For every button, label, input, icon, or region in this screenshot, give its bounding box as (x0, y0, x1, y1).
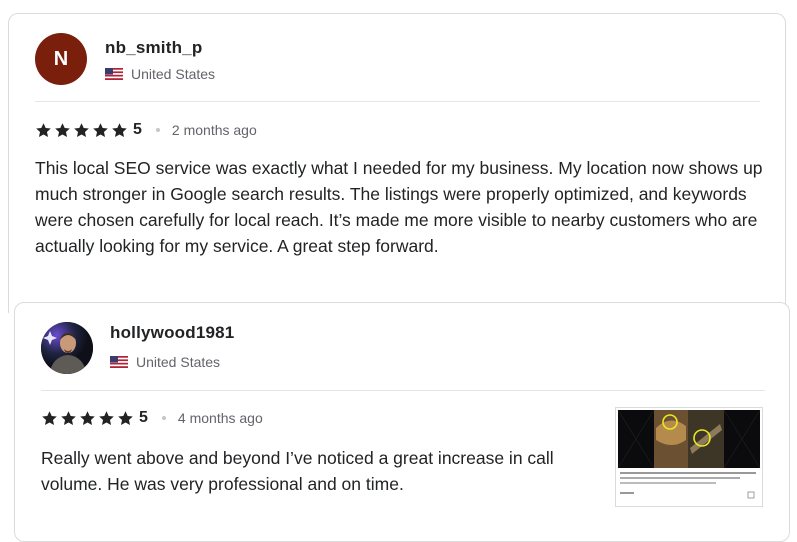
divider (35, 101, 760, 102)
user-photo-icon (41, 322, 93, 374)
review-card: hollywood1981 United States 5 4 months a… (14, 302, 790, 542)
us-flag-icon (110, 356, 128, 368)
rating-value: 5 (139, 409, 148, 426)
rating-row: 5 4 months ago (41, 409, 263, 427)
reviewer-username[interactable]: nb_smith_p (105, 38, 202, 58)
reviewer-username[interactable]: hollywood1981 (110, 323, 234, 343)
country-label: United States (136, 354, 221, 370)
star-icon (61, 410, 76, 425)
star-rating (41, 410, 134, 427)
separator-dot (161, 416, 166, 420)
star-icon (74, 122, 89, 137)
avatar[interactable] (41, 322, 93, 374)
star-icon (118, 410, 133, 425)
star-icon (36, 122, 51, 137)
separator-dot (155, 128, 160, 132)
avatar[interactable]: N (35, 33, 87, 85)
star-icon (80, 410, 95, 425)
us-flag-icon (105, 68, 123, 80)
review-text: Really went above and beyond I’ve notice… (41, 448, 554, 494)
review-attachment-thumbnail[interactable] (615, 407, 763, 507)
review-text: This local SEO service was exactly what … (35, 158, 763, 256)
star-icon (55, 122, 70, 137)
review-time: 2 months ago (171, 122, 257, 138)
star-icon (112, 122, 127, 137)
star-icon (93, 122, 108, 137)
rating-row: 5 2 months ago (35, 121, 257, 139)
star-icon (42, 410, 57, 425)
reviewer-country: United States (110, 354, 220, 370)
country-label: United States (131, 66, 216, 82)
divider (41, 390, 765, 391)
rating-value: 5 (133, 121, 142, 138)
attachment-image-icon (616, 408, 762, 506)
star-rating (35, 122, 128, 139)
review-card: N nb_smith_p United States 5 2 months ag… (8, 13, 786, 313)
review-time: 4 months ago (177, 410, 263, 426)
star-icon (99, 410, 114, 425)
reviewer-country: United States (105, 66, 215, 82)
